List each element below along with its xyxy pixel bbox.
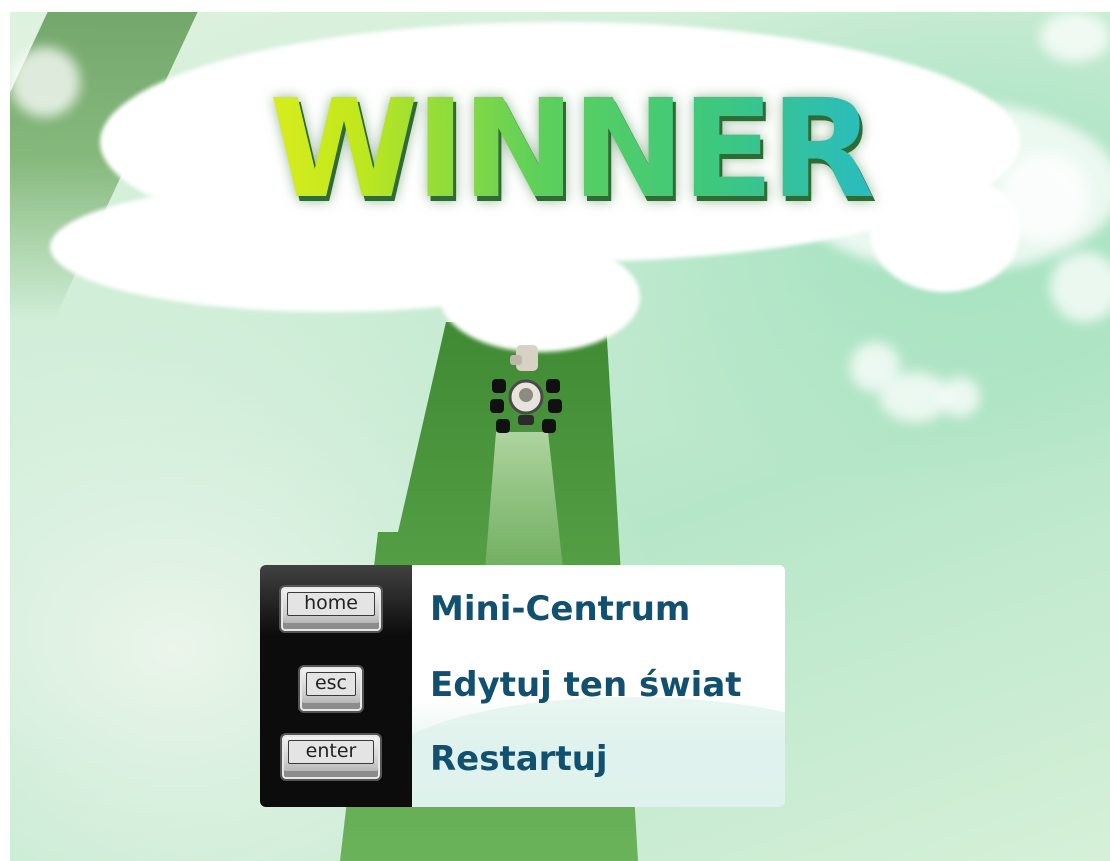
cloud	[1040, 12, 1110, 62]
game-viewport: WINNER home esc enter Mini-Centrum Edytu…	[10, 12, 1110, 861]
key-hints-panel: home esc enter	[260, 565, 412, 807]
enter-key[interactable]: enter	[282, 735, 380, 779]
cloud	[10, 47, 80, 117]
esc-key[interactable]: esc	[300, 667, 362, 711]
enter-key-label: enter	[288, 740, 374, 764]
mini-centrum-option[interactable]: Mini-Centrum	[430, 589, 690, 629]
winner-title: WINNER	[210, 82, 930, 218]
edit-world-option[interactable]: Edytuj ten świat	[430, 665, 742, 705]
robot-vehicle-icon	[490, 345, 562, 433]
cloud	[940, 377, 980, 417]
home-key-label: home	[287, 592, 375, 616]
restart-option[interactable]: Restartuj	[430, 739, 608, 779]
end-game-menu: home esc enter Mini-Centrum Edytuj ten ś…	[260, 565, 785, 807]
home-key[interactable]: home	[281, 587, 381, 631]
esc-key-label: esc	[306, 672, 356, 696]
cloud	[440, 242, 640, 352]
menu-options-panel: Mini-Centrum Edytuj ten świat Restartuj	[412, 565, 785, 807]
